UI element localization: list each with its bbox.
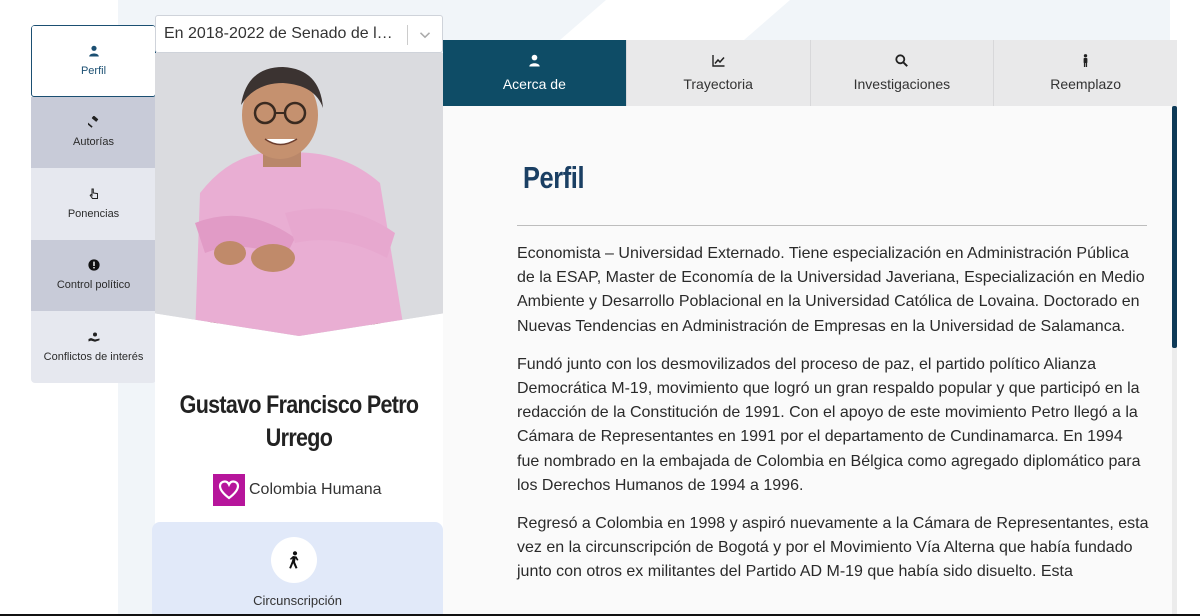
tab-trayectoria[interactable]: Trayectoria xyxy=(627,40,811,106)
period-select[interactable]: En 2018-2022 de Senado de la República xyxy=(155,15,443,53)
user-icon xyxy=(529,54,540,67)
select-divider xyxy=(407,25,408,45)
nav-item-perfil[interactable]: Perfil xyxy=(31,25,156,97)
info-icon-circle xyxy=(271,537,317,583)
nav-item-label: Conflictos de interés xyxy=(43,350,144,363)
title-divider xyxy=(517,225,1147,226)
heart-icon xyxy=(218,480,240,500)
nav-item-control-politico[interactable]: Control político xyxy=(31,239,156,311)
hand-holding-icon xyxy=(88,332,99,342)
nav-item-ponencias[interactable]: Ponencias xyxy=(31,168,156,240)
tab-label: Investigaciones xyxy=(853,76,951,92)
party-logo xyxy=(213,474,245,506)
chevron-down-icon xyxy=(419,32,431,39)
tab-label: Trayectoria xyxy=(683,76,753,92)
tab-label: Acerca de xyxy=(502,76,566,92)
profile-card: Gustavo Francisco Petro Urrego Colombia … xyxy=(152,53,443,616)
nav-item-conflictos-de-interes[interactable]: Conflictos de interés xyxy=(31,311,156,383)
tab-investigaciones[interactable]: Investigaciones xyxy=(811,40,995,106)
nav-item-label: Autorías xyxy=(73,136,114,149)
circunscripcion-box: Circunscripción xyxy=(152,522,443,616)
paragraph: Economista – Universidad Externado. Tien… xyxy=(517,245,1145,335)
gavel-icon xyxy=(87,116,98,128)
tab-reemplazo[interactable]: Reemplazo xyxy=(994,40,1177,106)
paragraph: Fundó junto con los desmovilizados del p… xyxy=(517,355,1141,494)
profile-tabs: Acerca de Trayectoria Investigaciones Re… xyxy=(443,40,1177,106)
tab-content-panel[interactable]: Perfil Economista – Universidad Externad… xyxy=(443,106,1177,616)
tab-acerca-de[interactable]: Acerca de xyxy=(443,40,627,106)
party-affiliation[interactable]: Colombia Humana xyxy=(213,474,382,506)
chart-line-icon xyxy=(711,55,725,67)
scrollbar-thumb[interactable] xyxy=(1172,106,1177,348)
profile-description: Economista – Universidad Externado. Tien… xyxy=(517,242,1149,599)
paragraph: Regresó a Colombia en 1998 y aspiró nuev… xyxy=(517,515,1149,581)
section-title: Perfil xyxy=(523,160,585,195)
nav-item-label: Ponencias xyxy=(67,207,120,220)
nav-item-label: Control político xyxy=(56,279,131,292)
pointer-hand-icon xyxy=(89,188,98,199)
party-name: Colombia Humana xyxy=(249,481,382,498)
search-icon xyxy=(895,54,909,67)
politician-name: Gustavo Francisco Petro Urrego xyxy=(179,391,419,452)
tab-label: Reemplazo xyxy=(1050,76,1122,92)
period-select-value: En 2018-2022 de Senado de la República xyxy=(164,25,400,42)
exclamation-circle-icon xyxy=(87,259,100,271)
info-label: Circunscripción xyxy=(253,593,342,608)
portrait-illustration xyxy=(155,53,443,336)
standing-person-icon xyxy=(1083,54,1088,67)
walking-person-icon xyxy=(289,551,299,569)
profile-photo xyxy=(155,53,443,336)
user-icon xyxy=(88,45,99,57)
profile-side-nav: Perfil Autorías Ponencias Control políti… xyxy=(31,25,156,383)
nav-item-label: Perfil xyxy=(80,64,107,77)
nav-item-autorias[interactable]: Autorías xyxy=(31,96,156,168)
